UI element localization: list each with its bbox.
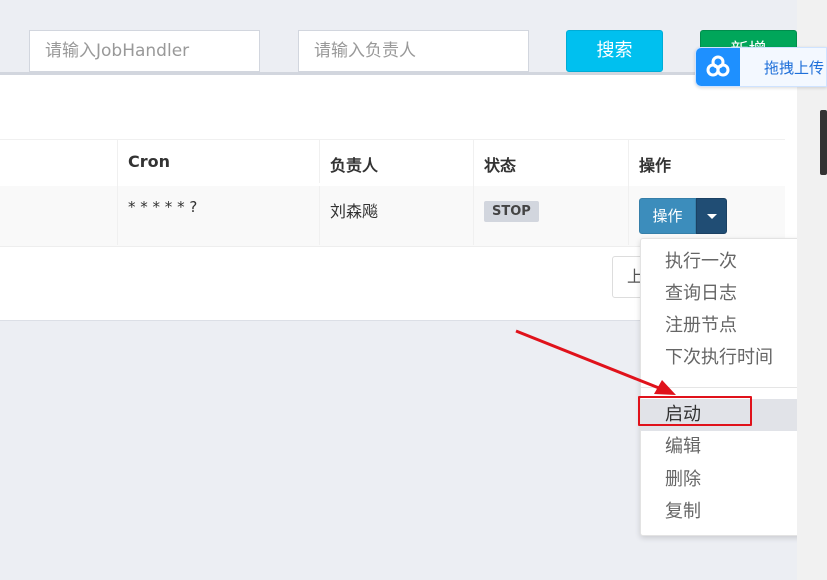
annotation-arrow: [515, 329, 676, 395]
